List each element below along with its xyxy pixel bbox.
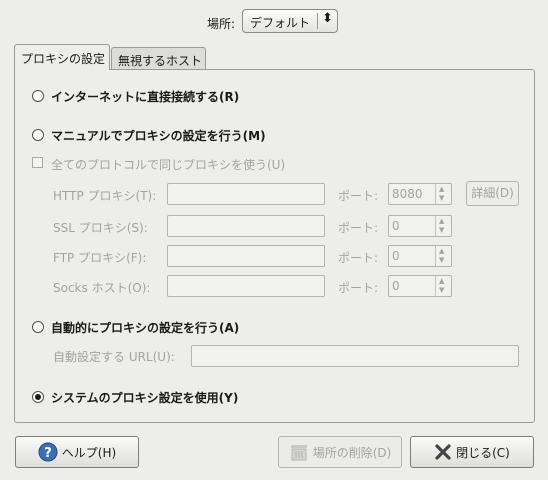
- direct-connection-radio[interactable]: [32, 90, 44, 102]
- socks-port-label: ポート:: [338, 281, 379, 295]
- system-proxy-label[interactable]: システムのプロキシ設定を使用(Y): [51, 389, 238, 406]
- svg-text:?: ?: [44, 446, 52, 461]
- delete-icon: [290, 445, 307, 461]
- http-port-spinner[interactable]: 8080 ▲ ▼: [388, 183, 452, 205]
- same-proxy-checkbox[interactable]: [32, 157, 43, 168]
- ftp-port-spinner[interactable]: 0 ▲ ▼: [388, 245, 452, 267]
- http-port-value: 8080: [392, 187, 423, 201]
- delete-location-label: 場所の削除(D): [312, 445, 392, 460]
- direct-connection-label[interactable]: インターネットに直接接続する(R): [51, 88, 239, 105]
- same-proxy-label: 全てのプロトコルで同じプロキシを使う(U): [51, 158, 286, 172]
- help-button-label: ヘルプ(H): [61, 445, 117, 460]
- delete-location-button[interactable]: 場所の削除(D): [278, 436, 402, 468]
- socks-host-label: Socks ホスト(O):: [53, 281, 151, 295]
- spin-up-icon[interactable]: ▲: [439, 185, 444, 193]
- manual-proxy-label[interactable]: マニュアルでプロキシの設定を行う(M): [51, 127, 266, 144]
- spin-down-icon[interactable]: ▼: [439, 256, 444, 264]
- manual-proxy-radio[interactable]: [32, 129, 44, 141]
- location-combo[interactable]: デフォルト ⬍: [242, 9, 338, 33]
- socks-host-input[interactable]: [167, 275, 325, 297]
- location-label: 場所:: [207, 17, 236, 31]
- spin-down-icon[interactable]: ▼: [439, 286, 444, 294]
- tab-proxy-settings[interactable]: プロキシの設定: [14, 44, 110, 70]
- help-icon: ?: [38, 442, 58, 462]
- auto-url-label: 自動設定する URL(U):: [53, 350, 175, 364]
- socks-port-value: 0: [392, 279, 400, 293]
- location-combo-value: デフォルト: [250, 16, 311, 30]
- ftp-port-value: 0: [392, 249, 400, 263]
- auto-proxy-radio[interactable]: [32, 321, 44, 333]
- ftp-port-label: ポート:: [338, 251, 379, 265]
- close-button-label: 閉じる(C): [456, 445, 510, 460]
- chevron-updown-icon: ⬍: [322, 11, 333, 26]
- spin-down-icon[interactable]: ▼: [439, 226, 444, 234]
- ssl-proxy-input[interactable]: [167, 215, 325, 237]
- spin-up-icon[interactable]: ▲: [439, 217, 444, 225]
- system-proxy-radio[interactable]: [32, 391, 44, 403]
- tab-ignore-hosts[interactable]: 無視するホスト: [111, 47, 206, 70]
- spin-up-icon[interactable]: ▲: [439, 247, 444, 255]
- spin-down-icon[interactable]: ▼: [439, 194, 444, 202]
- help-button[interactable]: ? ヘルプ(H): [15, 436, 139, 468]
- ftp-proxy-input[interactable]: [167, 245, 325, 267]
- http-port-label: ポート:: [338, 189, 379, 203]
- auto-proxy-label[interactable]: 自動的にプロキシの設定を行う(A): [51, 319, 239, 336]
- ssl-port-label: ポート:: [338, 221, 379, 235]
- ftp-proxy-label: FTP プロキシ(F):: [53, 251, 147, 265]
- ssl-port-spinner[interactable]: 0 ▲ ▼: [388, 215, 452, 237]
- ssl-proxy-label: SSL プロキシ(S):: [53, 221, 148, 235]
- details-button[interactable]: 詳細(D): [466, 181, 519, 206]
- auto-url-input[interactable]: [191, 345, 519, 367]
- ssl-port-value: 0: [392, 219, 400, 233]
- http-proxy-label: HTTP プロキシ(T):: [53, 189, 157, 203]
- socks-port-spinner[interactable]: 0 ▲ ▼: [388, 275, 452, 297]
- close-button[interactable]: 閉じる(C): [410, 436, 534, 468]
- http-proxy-input[interactable]: [167, 183, 325, 205]
- close-icon: [435, 444, 451, 460]
- spin-up-icon[interactable]: ▲: [439, 277, 444, 285]
